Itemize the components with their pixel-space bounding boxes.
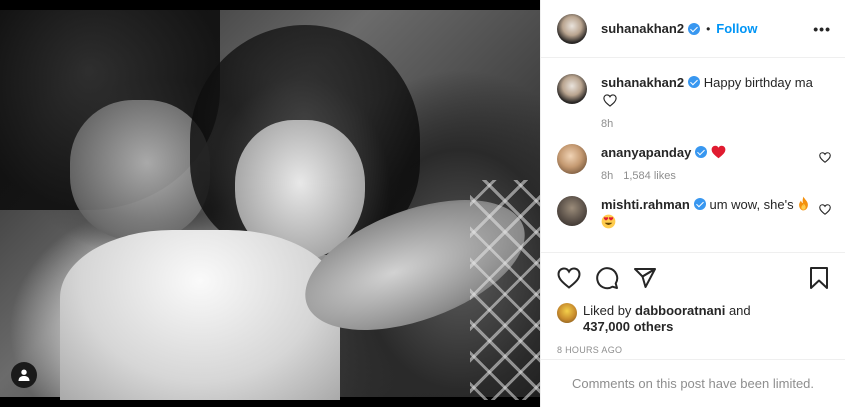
post-actions — [541, 253, 845, 303]
post-photo[interactable] — [0, 0, 540, 407]
post-side-panel: suhanakhan2 • Follow ••• suhanakhan2 Hap… — [540, 0, 845, 407]
comment-text: um wow, she's — [709, 197, 794, 212]
like-comment-icon[interactable] — [819, 204, 831, 215]
comments-limited-notice: Comments on this post have been limited. — [541, 359, 845, 407]
commenter-avatar[interactable] — [557, 196, 587, 226]
comment-likes[interactable]: 1,584 likes — [623, 170, 676, 182]
liked-by-user[interactable]: dabbooratnani — [635, 303, 725, 318]
user-tag-icon — [18, 369, 30, 381]
post-header: suhanakhan2 • Follow ••• — [541, 0, 845, 58]
author-avatar[interactable] — [557, 13, 587, 44]
caption-text: Happy birthday ma — [703, 75, 813, 90]
red-heart-emoji — [711, 145, 726, 159]
caption-time: 8h — [601, 118, 614, 130]
comment-time: 8h — [601, 170, 614, 182]
comments-list: suhanakhan2 Happy birthday ma 8h ananyap… — [541, 58, 845, 253]
follow-button[interactable]: Follow — [716, 21, 757, 36]
post-timestamp[interactable]: 8 HOURS AGO — [541, 335, 845, 355]
tagged-users-button[interactable] — [11, 362, 37, 388]
liked-by-and: and — [728, 303, 751, 318]
like-comment-icon[interactable] — [819, 152, 831, 163]
caption: suhanakhan2 Happy birthday ma 8h — [557, 74, 831, 130]
commenter-username[interactable]: mishti.rahman — [601, 197, 690, 212]
comment: ananyapanday 8h 1,584 likes — [557, 144, 831, 182]
photo-detail — [60, 230, 340, 400]
liked-by-avatar[interactable] — [557, 303, 577, 323]
verified-icon — [695, 146, 708, 158]
caption-avatar[interactable] — [557, 74, 587, 104]
commenter-username[interactable]: ananyapanday — [601, 145, 691, 160]
heart-eyes-emoji — [601, 214, 616, 229]
photo-detail — [470, 180, 540, 400]
liked-by-others[interactable]: 437,000 others — [583, 319, 673, 334]
heart-icon[interactable] — [557, 267, 581, 289]
author-username[interactable]: suhanakhan2 — [601, 21, 684, 36]
verified-icon — [688, 76, 701, 88]
commenter-avatar[interactable] — [557, 144, 587, 174]
verified-icon — [688, 22, 701, 35]
liked-by-prefix: Liked by — [583, 303, 632, 318]
caption-username[interactable]: suhanakhan2 — [601, 75, 684, 90]
separator-dot: • — [706, 21, 711, 36]
save-icon[interactable] — [809, 266, 829, 290]
heart-outline-icon — [603, 94, 617, 107]
likes-summary: Liked by dabbooratnani and 437,000 other… — [541, 303, 845, 335]
verified-icon — [693, 198, 706, 210]
share-icon[interactable] — [633, 267, 657, 289]
comment: mishti.rahman um wow, she's — [557, 196, 831, 232]
comment-icon[interactable] — [595, 266, 619, 290]
fire-emoji — [799, 196, 809, 211]
photo-detail — [70, 100, 210, 240]
more-icon[interactable]: ••• — [813, 21, 831, 37]
